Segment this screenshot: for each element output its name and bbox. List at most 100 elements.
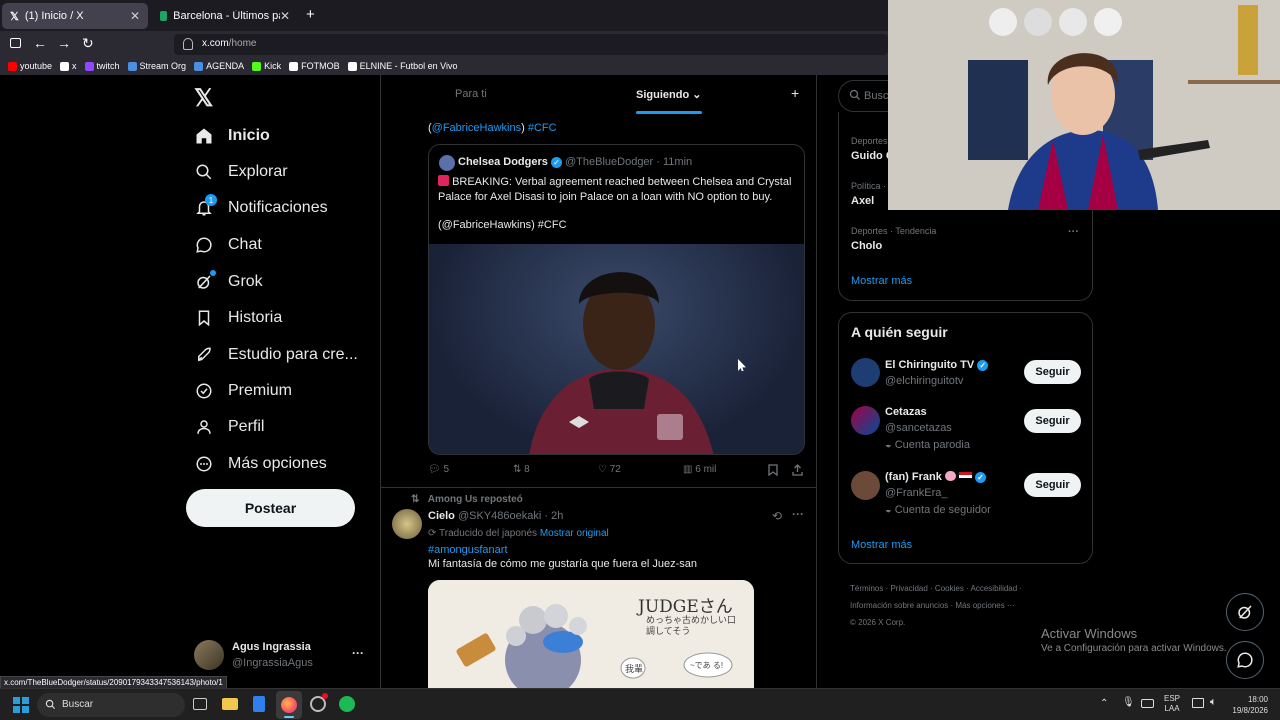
avatar[interactable] <box>851 358 880 387</box>
quoted-post[interactable]: Chelsea Dodgers ✓ @TheBlueDodger · 11min… <box>428 144 805 455</box>
follow-note: ◒ Cuenta de seguidor <box>885 504 991 516</box>
tab-para-ti[interactable]: Para ti <box>455 88 487 100</box>
nav-explorar[interactable]: Explorar <box>194 157 288 187</box>
footer-link[interactable]: Accesibilidad <box>971 584 1018 593</box>
follow-show-more[interactable]: Mostrar más <box>851 539 912 551</box>
nav-chat[interactable]: Chat <box>194 230 262 260</box>
post-more-icon[interactable]: ··· <box>792 507 804 521</box>
footer-link[interactable]: Privacidad <box>890 584 927 593</box>
bookmark-button[interactable] <box>768 464 778 476</box>
trend-title[interactable]: Axel <box>851 195 874 207</box>
post-button[interactable]: Postear <box>186 489 355 527</box>
taskbar-search[interactable]: Buscar <box>37 693 185 717</box>
tab-label: (1) Inicio / X <box>24 10 84 22</box>
follow-button[interactable]: Seguir <box>1024 360 1081 384</box>
x-logo-icon: 𝕏 <box>10 10 19 23</box>
follow-button[interactable]: Seguir <box>1024 409 1081 433</box>
views-button[interactable]: ▥ 6 mil <box>683 464 716 475</box>
show-original-link[interactable]: Mostrar original <box>540 528 609 539</box>
bookmark-x[interactable]: x <box>60 61 77 71</box>
share-button[interactable] <box>792 464 803 476</box>
firefox-taskbar-button[interactable] <box>276 691 302 719</box>
language-indicator[interactable]: ESP LAA <box>1164 694 1180 714</box>
messages-floating-button[interactable] <box>1226 641 1264 679</box>
account-switcher[interactable]: Agus Ingrassia @IngrassiaAgus ··· <box>194 640 369 672</box>
bookmark-kick[interactable]: Kick <box>252 61 281 71</box>
footer-link[interactable]: Más opciones ··· <box>955 601 1015 610</box>
mention-link[interactable]: @FabriceHawkins <box>432 122 521 134</box>
nav-historia[interactable]: Historia <box>194 303 282 333</box>
trend-more-icon[interactable]: ··· <box>1068 226 1079 238</box>
x-logo-icon[interactable]: 𝕏 <box>194 84 213 113</box>
tab-barcelona[interactable]: Barcelona - Últimos partidos, p ✕ <box>152 3 298 29</box>
fotmob-icon <box>289 61 299 71</box>
tab-label: Barcelona - Últimos partidos, p <box>173 10 280 22</box>
like-button[interactable]: ♡ 72 <box>598 464 621 475</box>
bookmark-stream-org[interactable]: Stream Org <box>127 61 186 71</box>
url-bar[interactable]: x.com/home <box>174 34 888 55</box>
bookmark-fotmob[interactable]: FOTMOB <box>289 61 340 71</box>
tab-x-home[interactable]: 𝕏 (1) Inicio / X ✕ <box>2 3 148 29</box>
post-image[interactable]: JUDGEさん めっちゃ古めかしい口調してそう 我輩 ~であ る! <box>428 580 754 695</box>
windows-start-icon[interactable] <box>13 697 29 713</box>
nav-inicio[interactable]: Inicio <box>194 121 270 151</box>
close-icon[interactable]: ✕ <box>280 9 290 23</box>
chevron-up-icon[interactable]: ⌃ <box>1100 698 1108 709</box>
follow-name[interactable]: (fan) Frank ✓ <box>885 471 987 483</box>
close-icon[interactable]: ✕ <box>130 9 140 23</box>
post-photo[interactable] <box>429 244 804 454</box>
nav-notificaciones[interactable]: 1 Notificaciones <box>194 193 328 223</box>
grok-icon[interactable]: ⟲ <box>772 509 782 523</box>
tab-siguiendo[interactable]: Siguiendo ⌄ <box>636 88 701 101</box>
spotify-icon[interactable] <box>339 696 355 712</box>
footer-link[interactable]: Información sobre anuncios <box>850 601 948 610</box>
bookmark-agenda[interactable]: AGENDA <box>194 61 244 71</box>
bookmark-icon <box>194 308 214 328</box>
reply-button[interactable]: 💬︎ 5 <box>428 464 449 475</box>
repost-button[interactable]: ⇅ 8 <box>513 464 530 475</box>
avatar[interactable] <box>851 406 880 435</box>
new-tab-button[interactable]: + <box>306 6 315 23</box>
follow-button[interactable]: Seguir <box>1024 473 1081 497</box>
nav-premium[interactable]: Premium <box>194 376 292 406</box>
trends-show-more[interactable]: Mostrar más <box>851 275 912 287</box>
hashtag-link[interactable]: #CFC <box>528 122 557 134</box>
task-view-icon[interactable] <box>193 698 207 710</box>
clock[interactable]: 18:00 19/8/2026 <box>1228 694 1268 716</box>
trend-title[interactable]: Cholo <box>851 240 882 252</box>
post-time[interactable]: · 2h <box>544 510 563 522</box>
bookmark-elnine[interactable]: ELNINE - Futbol en Vivo <box>347 61 457 71</box>
post-actions: 💬︎ 5 ⇅ 8 ♡ 72 ▥ 6 mil <box>428 464 808 480</box>
notepad-icon[interactable] <box>253 696 265 712</box>
keyboard-icon[interactable] <box>1141 699 1154 708</box>
add-tab-icon[interactable]: + <box>791 85 799 101</box>
monitor-icon[interactable] <box>1192 698 1204 708</box>
mask-icon: ◒ <box>885 504 892 516</box>
back-icon[interactable]: ← <box>33 35 47 51</box>
author-name[interactable]: Cielo <box>428 510 455 522</box>
file-explorer-icon[interactable] <box>222 698 238 710</box>
nav-perfil[interactable]: Perfil <box>194 412 264 442</box>
bar-chart-icon: ▥ <box>683 464 693 475</box>
follow-name[interactable]: El Chiringuito TV ✓ <box>885 359 989 371</box>
footer-link[interactable]: Cookies <box>935 584 964 593</box>
author-handle[interactable]: @SKY486oekaki <box>458 510 541 522</box>
avatar[interactable] <box>851 471 880 500</box>
calendar-icon <box>194 61 204 71</box>
bookmark-twitch[interactable]: twitch <box>84 61 120 71</box>
forward-icon[interactable]: → <box>57 35 71 51</box>
nav-estudio[interactable]: Estudio para cre... <box>194 340 358 370</box>
follow-name[interactable]: Cetazas <box>885 406 927 418</box>
bookmark-youtube[interactable]: youtube <box>8 61 52 71</box>
nav-mas-opciones[interactable]: Más opciones <box>194 449 327 479</box>
nav-grok[interactable]: Grok <box>194 267 263 297</box>
footer-link[interactable]: Términos <box>850 584 883 593</box>
microphone-icon[interactable]: 🎙︎ <box>1122 697 1135 708</box>
account-more-icon[interactable]: ··· <box>352 646 364 660</box>
speaker-icon[interactable]: 🔈︎ <box>1210 696 1217 709</box>
hashtag-link[interactable]: #amongusfanart <box>428 544 508 556</box>
grok-floating-button[interactable] <box>1226 593 1264 631</box>
sidebar-icon[interactable] <box>10 38 21 48</box>
reload-icon[interactable]: ↻ <box>82 35 94 52</box>
avatar[interactable] <box>392 509 422 539</box>
